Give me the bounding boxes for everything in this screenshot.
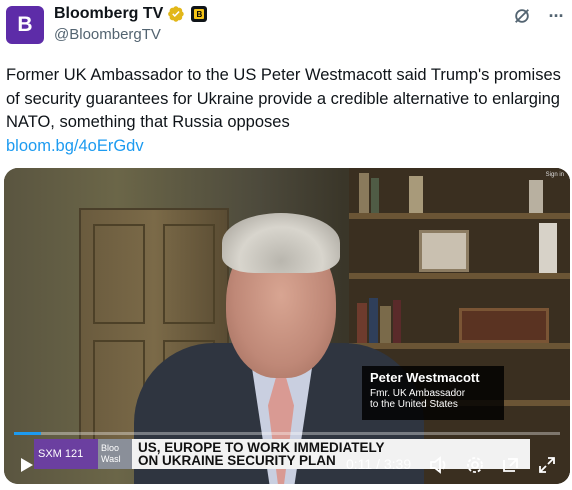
name-caption: Peter Westmacott Fmr. UK Ambassador to t… (362, 366, 504, 420)
video-time: 0:11 / 3:39 (346, 456, 412, 472)
affiliate-badge-letter: B (194, 9, 205, 19)
avatar[interactable]: B (6, 6, 44, 44)
avatar-letter: B (17, 13, 33, 36)
progress-bar[interactable] (14, 432, 560, 435)
fullscreen-icon[interactable] (536, 454, 558, 476)
verified-badge-icon (168, 6, 185, 22)
more-icon[interactable]: ··· (546, 6, 566, 26)
more-label: ··· (548, 5, 565, 26)
progress-fill (14, 432, 42, 435)
display-name[interactable]: Bloomberg TV (54, 5, 163, 23)
video-frame-hair (222, 213, 340, 273)
header-actions: ··· (512, 6, 566, 26)
tweet-header: B Bloomberg TV B @BloombergTV ··· (0, 0, 572, 60)
caption-name: Peter Westmacott (370, 370, 480, 385)
volume-icon[interactable] (428, 454, 450, 476)
picture-in-picture-icon[interactable] (500, 454, 522, 476)
video-controls: 0:11 / 3:39 (4, 448, 570, 478)
video-player[interactable]: Sign in Peter Westmacott Fmr. UK Ambassa… (4, 168, 570, 484)
caption-role-line1: Fmr. UK Ambassador (370, 388, 466, 399)
grok-icon[interactable] (512, 6, 532, 26)
tweet-body: Former UK Ambassador to the US Peter Wes… (6, 66, 561, 131)
settings-gear-icon[interactable] (464, 454, 486, 476)
affiliate-badge-icon: B (191, 6, 208, 22)
tweet-text: Former UK Ambassador to the US Peter Wes… (6, 64, 566, 158)
video-corner-text: Sign in (545, 172, 564, 178)
play-icon[interactable] (16, 454, 38, 476)
name-row: Bloomberg TV B (54, 5, 208, 23)
tweet-link[interactable]: bloom.bg/4oErGdv (6, 137, 144, 155)
caption-role-line2: to the United States (370, 399, 458, 410)
handle[interactable]: @BloombergTV (54, 26, 161, 43)
